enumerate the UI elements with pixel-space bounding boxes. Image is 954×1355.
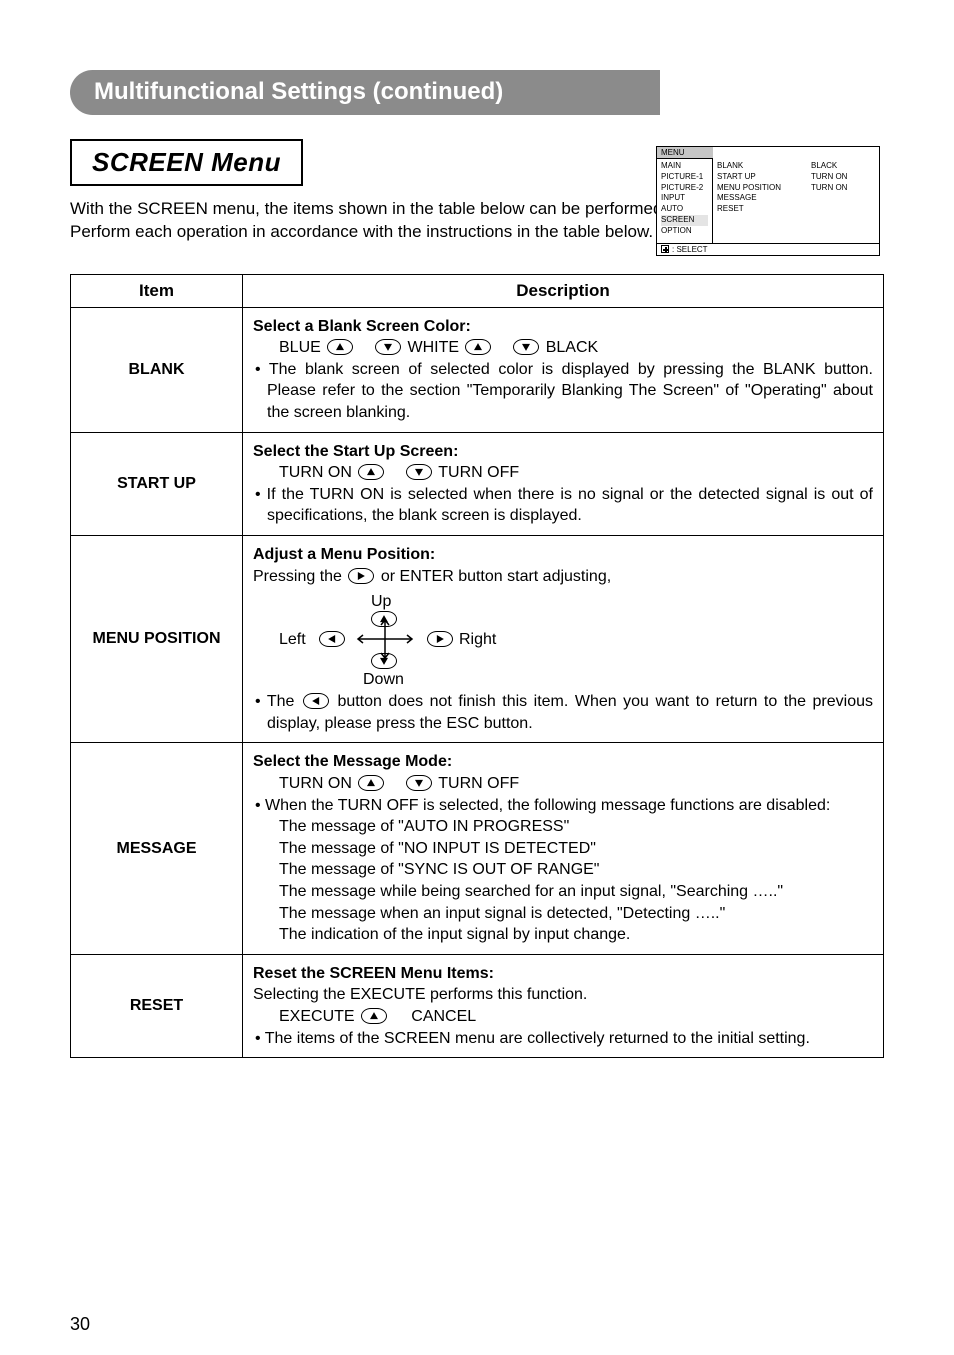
blank-title: Select a Blank Screen Color:	[253, 316, 873, 338]
blank-bullet: • The blank screen of selected color is …	[253, 359, 873, 424]
table-row: RESET Reset the SCREEN Menu Items: Selec…	[71, 954, 884, 1057]
startup-title: Select the Start Up Screen:	[253, 441, 873, 463]
th-item: Item	[71, 274, 243, 307]
osd-val-reset: RESET	[717, 204, 803, 215]
osd-state-turnon2: TURN ON	[811, 183, 867, 194]
osd-item-input: INPUT	[661, 193, 708, 204]
osd-val-message: MESSAGE	[717, 193, 803, 204]
osd-val-startup: START UP	[717, 172, 803, 183]
intro-paragraph-1: With the SCREEN menu, the items shown in…	[70, 198, 680, 221]
opt-turnoff: TURN OFF	[438, 775, 519, 792]
opt-turnon: TURN ON	[279, 464, 352, 481]
startup-bullet: • If the TURN ON is selected when there …	[253, 484, 873, 527]
opt-execute: EXECUTE	[279, 1008, 355, 1025]
opt-turnon: TURN ON	[279, 775, 352, 792]
label-left: Left	[279, 629, 306, 651]
osd-state-black: BLACK	[811, 161, 867, 172]
message-line: The message while being searched for an …	[253, 881, 873, 903]
message-line: The message of "NO INPUT IS DETECTED"	[253, 838, 873, 860]
table-row: MESSAGE Select the Message Mode: TURN ON…	[71, 743, 884, 954]
menupos-title: Adjust a Menu Position:	[253, 544, 873, 566]
osd-state-turnon1: TURN ON	[811, 172, 867, 183]
section-title: SCREEN Menu	[70, 139, 303, 186]
arrow-up-icon	[358, 775, 384, 791]
opt-blue: BLUE	[279, 339, 321, 356]
desc-reset: Reset the SCREEN Menu Items: Selecting t…	[243, 954, 884, 1057]
osd-menu-col1: MAIN PICTURE-1 PICTURE-2 INPUT AUTO SCRE…	[657, 159, 713, 243]
dpad-icon	[661, 245, 669, 253]
osd-val-menuposition: MENU POSITION	[717, 183, 803, 194]
opt-turnoff: TURN OFF	[438, 464, 519, 481]
table-header-row: Item Description	[71, 274, 884, 307]
osd-mini-menu: MENU MAIN PICTURE-1 PICTURE-2 INPUT AUTO…	[656, 146, 880, 256]
opt-cancel: CANCEL	[411, 1008, 476, 1025]
osd-item-auto: AUTO	[661, 204, 708, 215]
osd-menu-col2: BLANK START UP MENU POSITION MESSAGE RES…	[713, 159, 807, 243]
opt-black: BLACK	[546, 339, 598, 356]
label-right: Right	[459, 629, 496, 651]
osd-item-main: MAIN	[661, 161, 708, 172]
osd-menu-col3: BLACK TURN ON TURN ON	[807, 159, 871, 243]
item-message: MESSAGE	[71, 743, 243, 954]
item-reset: RESET	[71, 954, 243, 1057]
settings-table: Item Description BLANK Select a Blank Sc…	[70, 274, 884, 1058]
menupos-line1a: Pressing the	[253, 568, 342, 585]
opt-white: WHITE	[407, 339, 459, 356]
menupos-bullet-a: • The	[255, 693, 294, 710]
arrow-up-icon	[327, 339, 353, 355]
message-bullet: • When the TURN OFF is selected, the fol…	[253, 795, 873, 817]
arrow-down-icon	[513, 339, 539, 355]
item-blank: BLANK	[71, 307, 243, 432]
table-row: MENU POSITION Adjust a Menu Position: Pr…	[71, 536, 884, 743]
osd-menu-label: MENU	[657, 147, 713, 159]
reset-line1: Selecting the EXECUTE performs this func…	[253, 984, 873, 1006]
osd-item-picture1: PICTURE-1	[661, 172, 708, 183]
message-line: The message when an input signal is dete…	[253, 903, 873, 925]
page-header: Multifunctional Settings (continued)	[70, 70, 660, 115]
desc-menuposition: Adjust a Menu Position: Pressing the or …	[243, 536, 884, 743]
arrow-down-icon	[406, 464, 432, 480]
osd-footer: : SELECT	[657, 243, 879, 255]
item-startup: START UP	[71, 432, 243, 535]
menupos-bullet-b: button does not finish this item. When y…	[267, 693, 873, 732]
message-line: The indication of the input signal by in…	[253, 924, 873, 946]
arrow-up-icon	[358, 464, 384, 480]
cross-arrows-icon	[355, 617, 415, 661]
osd-val-blank: BLANK	[717, 161, 803, 172]
desc-startup: Select the Start Up Screen: TURN ON TURN…	[243, 432, 884, 535]
arrow-up-icon	[361, 1008, 387, 1024]
reset-title: Reset the SCREEN Menu Items:	[253, 963, 873, 985]
menupos-line1b: or ENTER button start adjusting,	[381, 568, 611, 585]
table-row: BLANK Select a Blank Screen Color: BLUE …	[71, 307, 884, 432]
osd-item-option: OPTION	[661, 226, 708, 237]
arrow-up-icon	[465, 339, 491, 355]
dpad-diagram: Up Down Left Right	[279, 591, 489, 687]
arrow-right-icon	[348, 568, 374, 584]
page-number: 30	[70, 1314, 90, 1335]
arrow-left-icon	[319, 631, 345, 647]
message-line: The message of "AUTO IN PROGRESS"	[253, 816, 873, 838]
desc-blank: Select a Blank Screen Color: BLUE WHITE …	[243, 307, 884, 432]
reset-bullet: • The items of the SCREEN menu are colle…	[253, 1028, 873, 1050]
th-description: Description	[243, 274, 884, 307]
table-row: START UP Select the Start Up Screen: TUR…	[71, 432, 884, 535]
arrow-down-icon	[406, 775, 432, 791]
message-title: Select the Message Mode:	[253, 751, 873, 773]
arrow-left-icon	[303, 693, 329, 709]
message-line: The message of "SYNC IS OUT OF RANGE"	[253, 859, 873, 881]
arrow-right-icon	[427, 631, 453, 647]
osd-footer-text: : SELECT	[672, 245, 708, 254]
osd-item-screen: SCREEN	[661, 215, 708, 226]
intro-paragraph-2: Perform each operation in accordance wit…	[70, 221, 680, 244]
arrow-down-icon	[375, 339, 401, 355]
desc-message: Select the Message Mode: TURN ON TURN OF…	[243, 743, 884, 954]
item-menuposition: MENU POSITION	[71, 536, 243, 743]
osd-item-picture2: PICTURE-2	[661, 183, 708, 194]
